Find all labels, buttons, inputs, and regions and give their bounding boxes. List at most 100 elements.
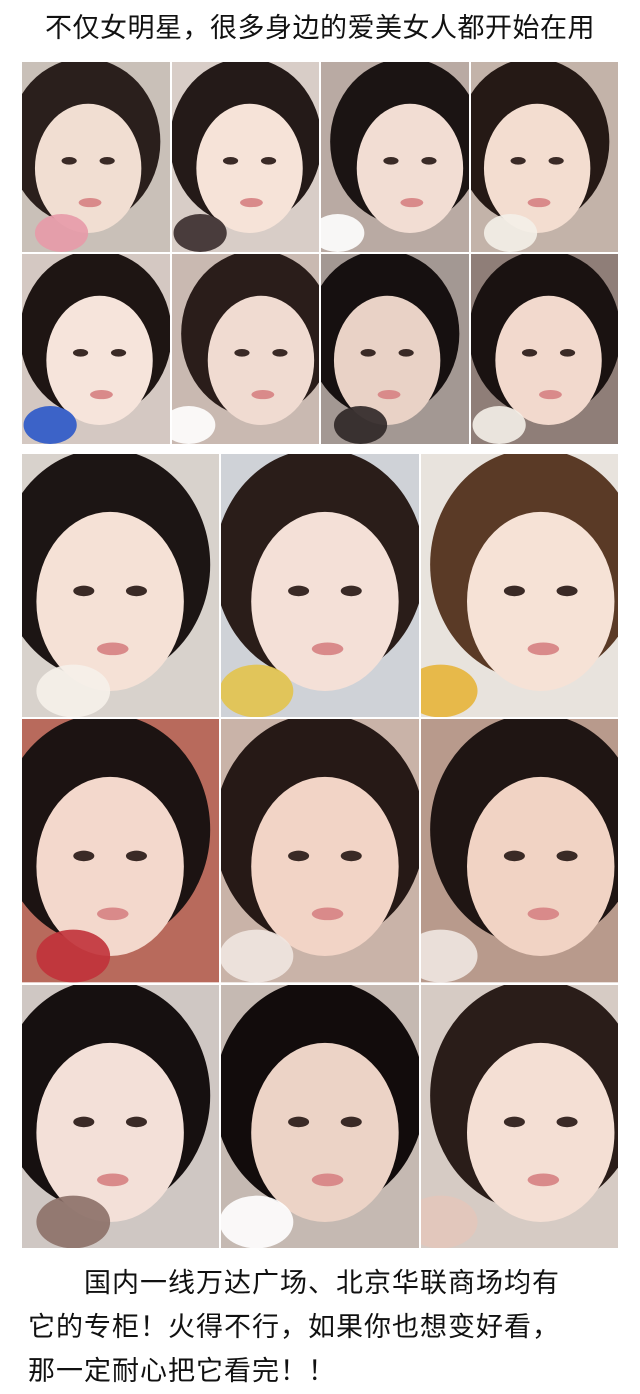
photo-tile: [22, 984, 220, 1248]
eye-left: [233, 349, 250, 357]
portrait-photo: [171, 254, 319, 444]
body-line-2: 它的专柜！火得不行，如果你也想变好看，: [28, 1312, 560, 1343]
portrait-photo: [420, 454, 618, 718]
lips: [527, 907, 559, 921]
face-shape: [207, 295, 314, 425]
product-jar: [333, 406, 388, 444]
eye-left: [510, 157, 526, 165]
face-shape: [251, 777, 399, 957]
eye-right: [341, 850, 363, 862]
eye-left: [61, 157, 77, 165]
product-jar: [36, 664, 111, 718]
portrait-photo: [22, 454, 220, 718]
portrait-photo: [22, 62, 170, 252]
eye-right: [341, 585, 363, 597]
face-shape: [466, 777, 615, 957]
photo-tile: [22, 719, 220, 983]
body-line-1: 国内一线万达广场、北京华联商场均有: [84, 1268, 560, 1299]
product-jar: [221, 1195, 294, 1248]
eye-right: [125, 1116, 147, 1127]
lips: [78, 198, 102, 208]
face-shape: [195, 103, 303, 233]
lips: [250, 390, 274, 400]
face-shape: [46, 295, 153, 425]
portrait-photo: [22, 254, 170, 444]
portrait-photo: [470, 62, 618, 252]
photo-tile: [221, 984, 419, 1248]
eye-right: [125, 850, 147, 862]
photo-tile: [22, 454, 220, 718]
lips: [527, 642, 559, 656]
photo-tile: [221, 454, 419, 718]
lips: [312, 907, 344, 921]
body-line-3: 那一定耐心把它看完！！: [28, 1356, 336, 1387]
photo-tile: [420, 719, 618, 983]
face-shape: [494, 295, 602, 425]
lips: [400, 198, 424, 208]
eye-left: [288, 585, 310, 597]
eye-right: [556, 850, 578, 862]
product-jar: [483, 214, 537, 252]
photo-tile: [321, 62, 469, 252]
product-jar: [36, 929, 111, 983]
eye-left: [383, 157, 399, 165]
eye-left: [503, 585, 525, 597]
eye-right: [341, 1116, 363, 1127]
eye-right: [548, 157, 564, 165]
portrait-photo: [420, 984, 618, 1248]
portrait-photo: [321, 62, 469, 252]
lips: [527, 198, 550, 208]
lips: [538, 390, 562, 400]
lips: [96, 1173, 129, 1186]
photo-tile: [420, 454, 618, 718]
face-shape: [36, 511, 184, 691]
eye-left: [73, 585, 95, 597]
product-jar: [221, 664, 294, 718]
page-headline: 不仅女明星，很多身边的爱美女人都开始在用: [45, 13, 595, 44]
photo-tile: [321, 254, 469, 444]
lips: [312, 642, 344, 656]
eye-right: [556, 1116, 578, 1127]
product-jar: [23, 406, 77, 444]
eye-left: [288, 850, 310, 862]
face-shape: [333, 295, 441, 425]
face-shape: [251, 511, 399, 691]
lips: [312, 1173, 344, 1186]
product-jar: [34, 214, 89, 252]
eye-left: [72, 349, 89, 357]
portrait-photo: [221, 984, 419, 1248]
eye-right: [110, 349, 127, 357]
photo-tile: [171, 62, 319, 252]
portrait-photo: [420, 719, 618, 983]
eye-right: [556, 585, 578, 597]
eye-left: [521, 349, 537, 357]
lips: [239, 198, 263, 208]
photo-tile: [22, 62, 170, 252]
eye-left: [73, 850, 95, 862]
product-jar: [36, 1195, 111, 1248]
photo-tile: [420, 984, 618, 1248]
face-shape: [483, 103, 590, 233]
eye-right: [260, 157, 276, 165]
portrait-photo: [22, 719, 220, 983]
eye-left: [503, 850, 525, 862]
bottom-photo-collage: [22, 454, 618, 1248]
lips: [96, 642, 129, 656]
face-shape: [34, 103, 142, 233]
eye-left: [288, 1116, 310, 1127]
eye-left: [73, 1116, 95, 1127]
portrait-photo: [221, 454, 419, 718]
product-jar: [221, 929, 294, 983]
product-jar: [472, 406, 526, 444]
face-shape: [36, 777, 184, 957]
eye-right: [559, 349, 575, 357]
eye-left: [360, 349, 376, 357]
eye-right: [125, 585, 147, 597]
face-shape: [356, 103, 464, 233]
lips: [377, 390, 401, 400]
eye-right: [99, 157, 115, 165]
body-paragraph: 国内一线万达广场、北京华联商场均有 它的专柜！火得不行，如果你也想变好看， 那一…: [28, 1262, 628, 1394]
photo-tile: [221, 719, 419, 983]
face-shape: [36, 1042, 184, 1222]
face-shape: [466, 1042, 615, 1222]
